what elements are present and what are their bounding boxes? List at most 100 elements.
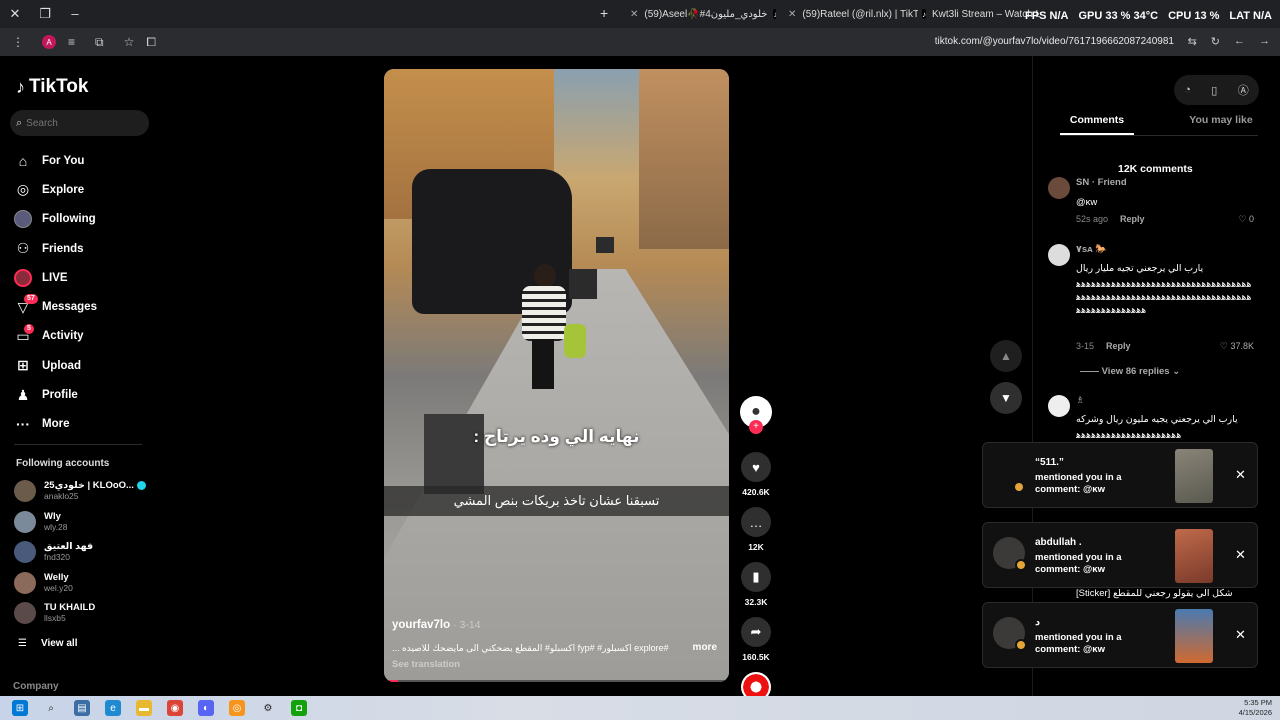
comment-like[interactable]: ♡ 0 bbox=[1238, 214, 1254, 225]
close-icon[interactable]: ✕ bbox=[1235, 547, 1246, 563]
edge-icon[interactable]: e bbox=[105, 700, 121, 716]
notification-toast[interactable]: “511.” mentioned you in a comment: @ĸw ✕ bbox=[982, 442, 1258, 508]
comment-like[interactable]: ♡ 37.8K bbox=[1220, 341, 1254, 352]
nav-following[interactable]: Following bbox=[14, 205, 97, 234]
file-explorer-icon[interactable]: ▤ bbox=[74, 700, 90, 716]
forward-icon[interactable]: → bbox=[1259, 35, 1270, 48]
nav-activity[interactable]: ▭ 5 Activity bbox=[14, 322, 97, 351]
avatar[interactable] bbox=[1048, 244, 1070, 266]
like-button[interactable]: ♥ 420.6K bbox=[740, 452, 772, 497]
following-account[interactable]: خلودي25 | KLOoO... anaklo25 bbox=[14, 476, 146, 507]
nav-live[interactable]: LIVE bbox=[14, 263, 97, 292]
save-button[interactable]: ▮ 32.3K bbox=[740, 562, 772, 607]
nav-messages[interactable]: ▽ 57 Messages bbox=[14, 292, 97, 321]
following-account[interactable]: Welly wel.y20 bbox=[14, 568, 146, 599]
menu-dots-icon[interactable]: ⋮ bbox=[12, 35, 24, 49]
close-icon[interactable]: ✕ bbox=[1235, 467, 1246, 483]
nav-upload[interactable]: ⊞ Upload bbox=[14, 351, 97, 380]
avatar[interactable] bbox=[1048, 177, 1070, 199]
minimize-window-icon[interactable]: – bbox=[60, 6, 90, 22]
comment-button[interactable]: … 12K bbox=[740, 507, 772, 552]
activity-badge: 5 bbox=[24, 323, 34, 334]
comment-author[interactable]: SN · Friend bbox=[1076, 177, 1127, 188]
close-icon[interactable]: ✕ bbox=[1235, 627, 1246, 643]
nav-label: Profile bbox=[42, 389, 78, 402]
user-avatar[interactable]: Ⓐ bbox=[1238, 82, 1249, 98]
tabs-icon[interactable]: ⇆ bbox=[1188, 35, 1197, 48]
comment-text: يارب الي يرجعني يجيه مليون ريال وشركه bbox=[1076, 414, 1238, 425]
discord-icon[interactable]: ◐ bbox=[198, 700, 214, 716]
account-name: Wly bbox=[44, 510, 61, 522]
window-controls: ✕ ❐ – bbox=[0, 6, 90, 22]
close-window-icon[interactable]: ✕ bbox=[0, 6, 30, 22]
search-input[interactable] bbox=[26, 117, 137, 129]
chrome-icon[interactable]: ◉ bbox=[167, 700, 183, 716]
reply-button[interactable]: Reply bbox=[1106, 341, 1131, 351]
following-account[interactable]: Wly wly.28 bbox=[14, 507, 146, 538]
browser-tab[interactable]: ♪ Kwt3li Stream – Watch Live o bbox=[922, 4, 1040, 24]
xbox-icon[interactable]: ◘ bbox=[291, 700, 307, 716]
video-progress[interactable] bbox=[384, 680, 729, 682]
tab-you-may-like[interactable]: You may like bbox=[1184, 114, 1258, 136]
start-icon[interactable]: ⊞ bbox=[12, 700, 28, 716]
video-caption-main: نهايه الي وده يرتاح : bbox=[473, 427, 640, 446]
video-scene bbox=[516, 264, 586, 414]
device-icon[interactable]: ▯ bbox=[1211, 84, 1217, 97]
video-scene bbox=[596, 237, 614, 253]
browser-tab[interactable]: ✕ (59)Rateel (@ril.nlx) | TikTok bbox=[788, 4, 918, 24]
restore-window-icon[interactable]: ❐ bbox=[30, 6, 60, 22]
next-video-button[interactable]: ▼ bbox=[990, 382, 1022, 414]
notification-toast[interactable]: د mentioned you in a comment: @ĸw ✕ bbox=[982, 602, 1258, 668]
tiktok-logo[interactable]: ♪ TikTok bbox=[16, 76, 88, 98]
nav-more[interactable]: ··· More bbox=[14, 410, 97, 439]
nav-for-you[interactable]: ⌂ For You bbox=[14, 146, 97, 175]
comment-text-cont: ﻫﻫﻫﻫﻫﻫﻫﻫﻫﻫﻫﻫﻫﻫﻫﻫﻫﻫﻫﻫﻫ bbox=[1076, 430, 1182, 441]
notification-thumbnail[interactable] bbox=[1175, 449, 1213, 503]
close-tab-icon[interactable]: ✕ bbox=[788, 9, 796, 20]
reply-button[interactable]: Reply bbox=[1120, 214, 1145, 224]
sidebar: ♪ TikTok ⌕ ⌂ For You ◎ Explore Following ⚇… bbox=[0, 56, 160, 696]
company-link[interactable]: Company bbox=[13, 681, 59, 692]
new-tab-button[interactable]: + bbox=[600, 5, 608, 21]
close-tab-icon[interactable]: ✕ bbox=[630, 9, 638, 20]
reload-icon[interactable]: ↻ bbox=[1211, 35, 1220, 48]
comment-author[interactable]: ♗ bbox=[1076, 395, 1085, 406]
folder-icon[interactable]: ▬ bbox=[136, 700, 152, 716]
nav-friends[interactable]: ⚇ Friends bbox=[14, 234, 97, 263]
tab-divider bbox=[1060, 135, 1258, 136]
system-clock[interactable]: 5:35 PM 4/15/2026 bbox=[1239, 698, 1272, 718]
share-button[interactable]: ➦ 160.5K bbox=[740, 617, 772, 662]
playlist-icon[interactable]: ≡ bbox=[68, 35, 75, 49]
follow-plus-icon[interactable]: + bbox=[749, 420, 763, 434]
comment-author[interactable]: ٧sᴀ 🐎 bbox=[1076, 244, 1107, 255]
notification-toast[interactable]: abdullah . mentioned you in a comment: @… bbox=[982, 522, 1258, 588]
view-replies-button[interactable]: —— View 86 replies ⌄ bbox=[1080, 366, 1180, 377]
screenshot-icon[interactable]: ⧠ bbox=[146, 35, 156, 50]
search-box[interactable]: ⌕ bbox=[10, 110, 149, 136]
settings-icon[interactable]: ⚙ bbox=[260, 700, 276, 716]
previous-video-button[interactable]: ▲ bbox=[990, 340, 1022, 372]
see-translation-link[interactable]: See translation bbox=[392, 659, 460, 670]
star-icon[interactable]: ☆ bbox=[124, 35, 135, 49]
browser-tab[interactable]: ✕ (59)Aseel🥀#خلودي_مليون4 ♪ bbox=[630, 4, 776, 24]
video-author[interactable]: yourfav7lo · 3-14 bbox=[392, 619, 481, 631]
following-account[interactable]: فهد العتيق fnd320 bbox=[14, 537, 146, 568]
more-button[interactable]: more bbox=[693, 642, 717, 653]
app-icon[interactable]: ◎ bbox=[229, 700, 245, 716]
notification-thumbnail[interactable] bbox=[1175, 609, 1213, 663]
url-field[interactable]: tiktok.com/@yourfav7lo/video/76171966620… bbox=[935, 36, 1174, 47]
profile-avatar[interactable]: A bbox=[42, 35, 56, 49]
extensions-icon[interactable]: ⧉ bbox=[95, 35, 104, 50]
view-all-link[interactable]: ☰ View all bbox=[18, 638, 77, 649]
following-account[interactable]: TU KHAILD llsxb5 bbox=[14, 598, 146, 629]
creator-avatar[interactable]: ● + bbox=[740, 396, 772, 434]
back-icon[interactable]: ← bbox=[1234, 35, 1245, 48]
nav-profile[interactable]: ♟ Profile bbox=[14, 380, 97, 409]
nav-explore[interactable]: ◎ Explore bbox=[14, 175, 97, 204]
video-player[interactable]: نهايه الي وده يرتاح : تسبقنا عشان تاخذ ب… bbox=[384, 69, 729, 682]
following-accounts-list: خلودي25 | KLOoO... anaklo25 Wly wly.28 فهد… bbox=[14, 476, 146, 629]
search-icon[interactable]: ⌕ bbox=[43, 700, 59, 716]
notification-thumbnail[interactable] bbox=[1175, 529, 1213, 583]
compass-icon[interactable]: ◔ bbox=[1184, 84, 1191, 96]
avatar[interactable] bbox=[1048, 395, 1070, 417]
